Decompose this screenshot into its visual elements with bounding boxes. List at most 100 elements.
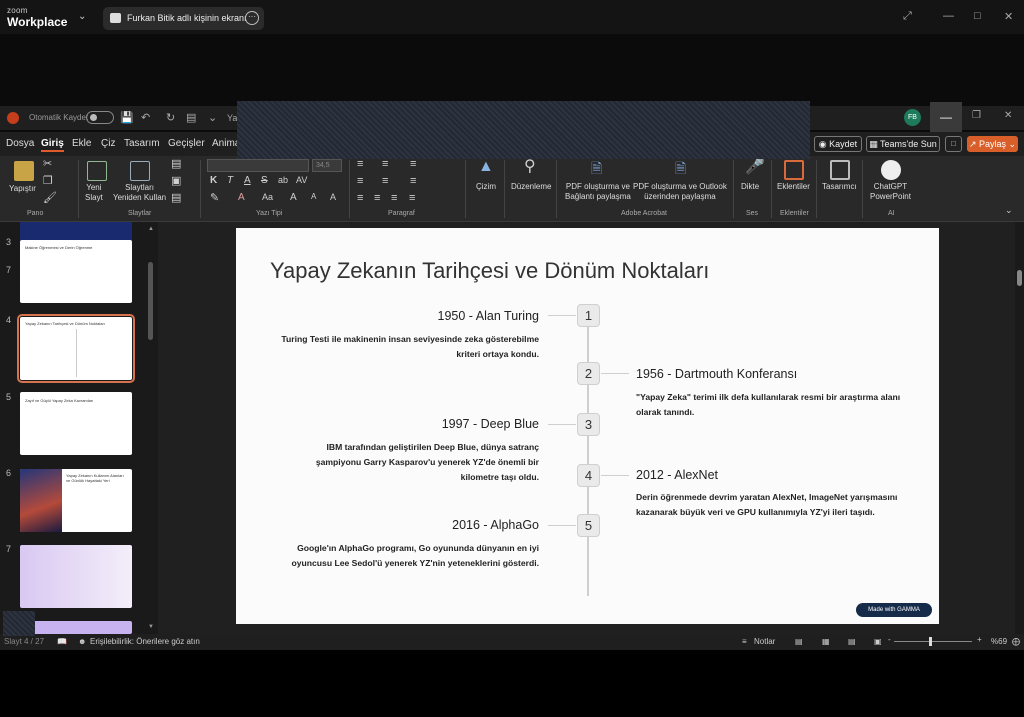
new-slide-button[interactable]: Yeni Slayt <box>85 183 103 203</box>
current-slide[interactable]: Yapay Zekanın Tarihçesi ve Dönüm Noktala… <box>236 228 939 624</box>
collapse-ribbon-icon[interactable]: ⌄ <box>1005 206 1013 215</box>
reuse-label-1: Slaytları <box>125 183 154 192</box>
tab-ekle[interactable]: Ekle <box>72 138 91 149</box>
redo-icon[interactable]: ↻ <box>166 111 175 124</box>
slide-thumbnail-5[interactable]: Zayıf ve Güçlü Yapay Zeka Kavramları <box>20 392 132 455</box>
char-spacing-icon[interactable]: AV <box>296 176 307 185</box>
tab-tasarim[interactable]: Tasarım <box>124 138 160 149</box>
slide-thumbnail-makine[interactable]: Makine Öğrenmesi ve Derin Öğrenme <box>20 240 132 303</box>
reading-view-icon[interactable]: ▤ <box>848 637 856 646</box>
slideshow-icon[interactable]: ▤ <box>186 111 196 124</box>
tab-dosya[interactable]: Dosya <box>6 138 34 149</box>
highlight-icon[interactable]: ✎ <box>210 193 219 204</box>
align-right-icon[interactable]: ≡ <box>391 193 397 204</box>
designer-button[interactable]: Tasarımcı <box>822 182 857 192</box>
bold-icon[interactable]: K <box>210 176 217 186</box>
bullets-icon[interactable]: ≡ <box>357 159 363 170</box>
copy-icon[interactable]: ❐ <box>43 176 53 187</box>
group-ses: Ses <box>746 210 759 217</box>
slide-thumbnail-8[interactable] <box>20 621 132 634</box>
font-size-select[interactable]: 34,5 <box>312 159 342 172</box>
pdf-share-link-button[interactable]: PDF oluşturma ve Bağlantı paylaşma <box>565 182 631 202</box>
thumbnail-scrollbar[interactable] <box>148 262 153 340</box>
italic-icon[interactable]: T <box>227 176 233 186</box>
ppt-minimize-button[interactable]: — <box>930 102 962 132</box>
minimize-icon[interactable]: — <box>943 10 954 22</box>
fit-slide-icon[interactable]: ⨁ <box>1012 637 1020 646</box>
zoom-slider[interactable] <box>894 641 972 642</box>
tab-giris[interactable]: Giriş <box>41 138 64 152</box>
chevron-down-icon[interactable]: ⌄ <box>78 11 86 22</box>
text-direction-icon[interactable]: ≡ <box>357 176 363 187</box>
spellcheck-icon[interactable]: 📖 <box>57 637 67 646</box>
tab-ciz[interactable]: Çiz <box>101 138 115 149</box>
scroll-up-icon[interactable]: ▲ <box>148 226 154 232</box>
slide-sorter-icon[interactable]: ▦ <box>822 637 830 646</box>
zoom-in-icon[interactable]: + <box>977 635 982 644</box>
normal-view-icon[interactable]: ▤ <box>795 637 803 646</box>
zoom-slider-knob[interactable] <box>929 637 932 646</box>
comment-icon[interactable]: □ <box>945 136 962 152</box>
layout-icon[interactable]: ▤ <box>171 159 181 170</box>
present-in-teams-button[interactable]: ▦ Teams'de Sun <box>866 136 940 152</box>
pdf-share-outlook-button[interactable]: PDF oluşturma ve Outlook üzerinden paylaş… <box>633 182 727 202</box>
line-spacing-icon[interactable]: ≡ <box>410 159 416 170</box>
clear-format-icon[interactable]: A <box>330 193 336 202</box>
dictate-button[interactable]: Dikte <box>741 182 759 192</box>
font-family-select[interactable] <box>207 159 309 172</box>
columns-icon[interactable]: ≡ <box>410 176 416 187</box>
shrink-font-icon[interactable]: A <box>311 193 316 201</box>
timeline-marker-2: 2 <box>577 362 600 385</box>
avatar[interactable]: FB <box>904 109 921 126</box>
section-icon[interactable]: ▤ <box>171 193 181 204</box>
screen-share-pill[interactable]: Furkan Bitik adlı kişinin ekranı ··· <box>103 7 264 30</box>
drawing-button[interactable]: Çizim <box>476 182 496 192</box>
scroll-down-icon[interactable]: ▼ <box>148 624 154 630</box>
autosave-toggle[interactable] <box>86 111 114 124</box>
slide-scrollbar[interactable] <box>1015 222 1024 634</box>
addins-button[interactable]: Eklentiler <box>777 182 810 192</box>
justify-icon[interactable]: ≡ <box>409 193 415 204</box>
made-with-gamma-badge[interactable]: Made with GAMMA <box>856 603 932 617</box>
zoom-level[interactable]: %69 <box>991 637 1007 646</box>
font-color-icon[interactable]: A <box>238 193 245 203</box>
notes-button[interactable]: Notlar <box>754 637 775 646</box>
ppt-close-icon[interactable]: ✕ <box>1004 110 1012 121</box>
undo-icon[interactable]: ↶ <box>141 111 150 124</box>
editing-button[interactable]: Düzenleme <box>511 182 551 192</box>
reset-icon[interactable]: ▣ <box>171 176 181 187</box>
share-button[interactable]: ↗ Paylaş ⌄ <box>967 136 1018 152</box>
paste-button[interactable]: Yapıştır <box>9 184 36 194</box>
close-icon[interactable]: ✕ <box>1004 10 1013 23</box>
strikethrough-icon[interactable]: S <box>261 176 268 186</box>
customize-icon[interactable]: ⌄ <box>208 111 217 124</box>
align-left-icon[interactable]: ≡ <box>357 193 363 204</box>
underline-icon[interactable]: A <box>244 176 251 186</box>
format-painter-icon[interactable]: 🖌 <box>43 193 57 204</box>
slide-thumbnail-4[interactable]: Yapay Zekanın Tarihçesi ve Dönüm Noktala… <box>17 314 135 383</box>
slide-thumbnail-7[interactable] <box>20 545 132 608</box>
group-adobe-acrobat: Adobe Acrobat <box>621 210 667 217</box>
align-text-icon[interactable]: ≡ <box>382 176 388 187</box>
reuse-slides-button[interactable]: Slaytları Yeniden Kullan <box>113 183 166 203</box>
slide-scrollbar-thumb[interactable] <box>1017 270 1022 286</box>
slideshow-view-icon[interactable]: ▣ <box>874 637 882 646</box>
more-options-icon[interactable]: ··· <box>245 11 259 25</box>
numbering-icon[interactable]: ≡ <box>382 159 388 170</box>
slide-title[interactable]: Yapay Zekanın Tarihçesi ve Dönüm Noktala… <box>270 258 709 284</box>
zoom-out-icon[interactable]: - <box>888 635 891 644</box>
shadow-icon[interactable]: ab <box>278 176 288 185</box>
maximize-icon[interactable]: □ <box>974 10 981 22</box>
accessibility-status[interactable]: Erişilebilirlik: Önerilere göz atın <box>90 637 200 646</box>
align-center-icon[interactable]: ≡ <box>374 193 380 204</box>
chatgpt-powerpoint-button[interactable]: ChatGPT PowerPoint <box>870 182 911 202</box>
change-case-icon[interactable]: Aa <box>262 193 273 202</box>
grow-font-icon[interactable]: A <box>290 193 297 203</box>
expand-icon[interactable]: ⤢ <box>903 10 912 23</box>
ppt-restore-icon[interactable]: ❐ <box>972 110 981 121</box>
slide-thumbnail-6[interactable]: Yapay Zekanın Kullanım Alanları ve Günlü… <box>20 469 132 532</box>
record-button[interactable]: ◉ Kaydet <box>814 136 862 152</box>
tab-gecisler[interactable]: Geçişler <box>168 138 205 149</box>
cut-icon[interactable]: ✂ <box>43 159 52 170</box>
save-icon[interactable]: 💾 <box>120 111 134 124</box>
